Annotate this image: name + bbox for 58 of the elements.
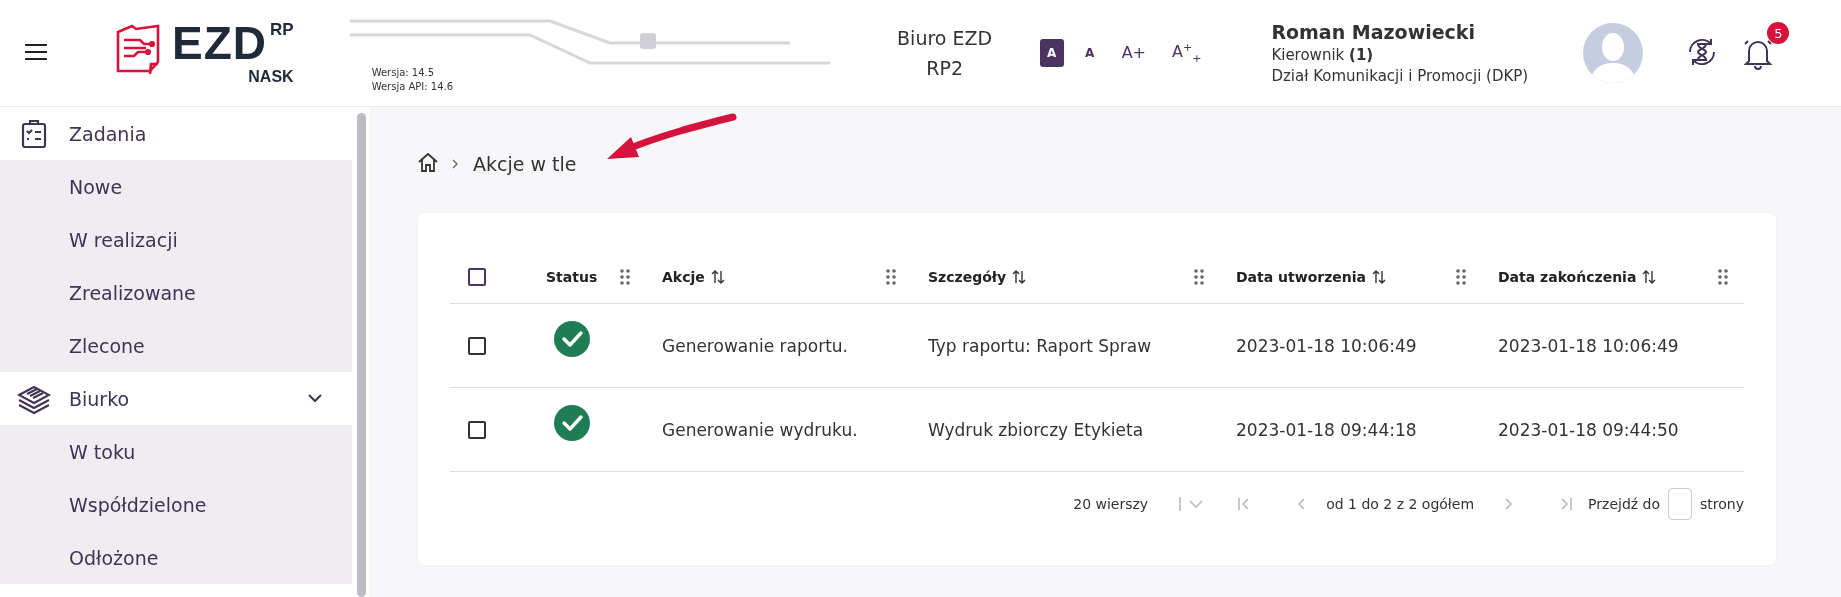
select-all-checkbox[interactable] (468, 268, 486, 286)
notification-badge: 5 (1767, 22, 1790, 44)
page-input[interactable] (1668, 488, 1693, 520)
drag-handle-icon[interactable] (886, 269, 896, 285)
row-checkbox[interactable] (468, 336, 486, 355)
user-role: Kierownik (1) (1271, 46, 1375, 64)
sidebar-item[interactable]: Odłożone (0, 531, 352, 584)
user-name: Roman Mazowiecki (1271, 21, 1477, 43)
chevron-icon (452, 159, 459, 169)
sidebar-section-label: Zadania (69, 122, 147, 145)
sidebar-item[interactable]: Współdzielone (0, 478, 352, 531)
sort-icon[interactable] (1012, 269, 1027, 285)
column-header[interactable]: Data utworzenia (1236, 269, 1367, 285)
version-label: Wersja: 14.5 (371, 67, 436, 78)
drag-handle-icon[interactable] (1718, 269, 1728, 285)
font-size-button[interactable]: A (1077, 43, 1102, 63)
scrollbar[interactable] (356, 113, 366, 597)
table-cell: Generowanie wydruku. (662, 419, 858, 440)
sidebar-item[interactable]: Zrealizowane (0, 266, 352, 319)
table-cell: Typ raportu: Raport Spraw (928, 335, 1152, 356)
table-cell: 2023-01-18 10:06:49 (1498, 335, 1679, 356)
table-cell: 2023-01-18 09:44:50 (1498, 419, 1679, 440)
table-cell: Generowanie raportu. (662, 335, 848, 356)
logo-text: EZD (172, 20, 267, 66)
page-range: od 1 do 2 z 2 ogółem (1326, 496, 1475, 512)
logo-superscript: RP (270, 20, 294, 40)
user-department: Dział Komunikacji i Promocji (DKP) (1271, 67, 1530, 85)
sidebar-section-label: Biurko (69, 387, 130, 410)
table-cell: Wydruk zbiorczy Etykieta (928, 419, 1144, 440)
rows-per-page: 20 wierszy (1073, 496, 1149, 512)
sidebar-item[interactable]: Nowe (0, 160, 352, 213)
column-header[interactable]: Szczegóły (928, 269, 1007, 285)
row-checkbox[interactable] (468, 420, 486, 439)
sidebar-item[interactable]: W realizacji (0, 213, 352, 266)
table-cell: 2023-01-18 10:06:49 (1236, 335, 1417, 356)
column-header[interactable]: Akcje (662, 269, 705, 285)
sidebar-item[interactable]: Zlecone (0, 319, 352, 372)
drag-handle-icon[interactable] (620, 269, 630, 285)
sort-icon[interactable] (710, 269, 725, 285)
sort-icon[interactable] (1372, 269, 1387, 285)
logo-subtitle: NASK (248, 68, 294, 86)
home-icon[interactable] (418, 153, 438, 175)
office-name: Biuro EZD RP2 (896, 26, 994, 81)
goto-label: Przejdź do (1588, 496, 1661, 512)
drag-handle-icon[interactable] (1194, 269, 1204, 285)
breadcrumb-item[interactable]: Akcje w tle (473, 153, 577, 175)
font-size-button[interactable]: A (1039, 39, 1064, 67)
column-header[interactable]: Status (546, 269, 598, 285)
chevron-icon[interactable] (308, 394, 322, 403)
font-size-button[interactable]: A+ (1115, 40, 1152, 66)
table-cell: 2023-01-18 09:44:18 (1236, 419, 1417, 440)
menu-icon[interactable] (24, 43, 48, 63)
sort-icon[interactable] (1642, 269, 1657, 285)
drag-handle-icon[interactable] (1456, 269, 1466, 285)
sidebar-item[interactable]: W toku (0, 425, 352, 478)
goto-suffix: strony (1700, 496, 1744, 512)
version-label: Wersja API: 14.6 (371, 81, 454, 92)
column-header[interactable]: Data zakończenia (1498, 269, 1637, 285)
